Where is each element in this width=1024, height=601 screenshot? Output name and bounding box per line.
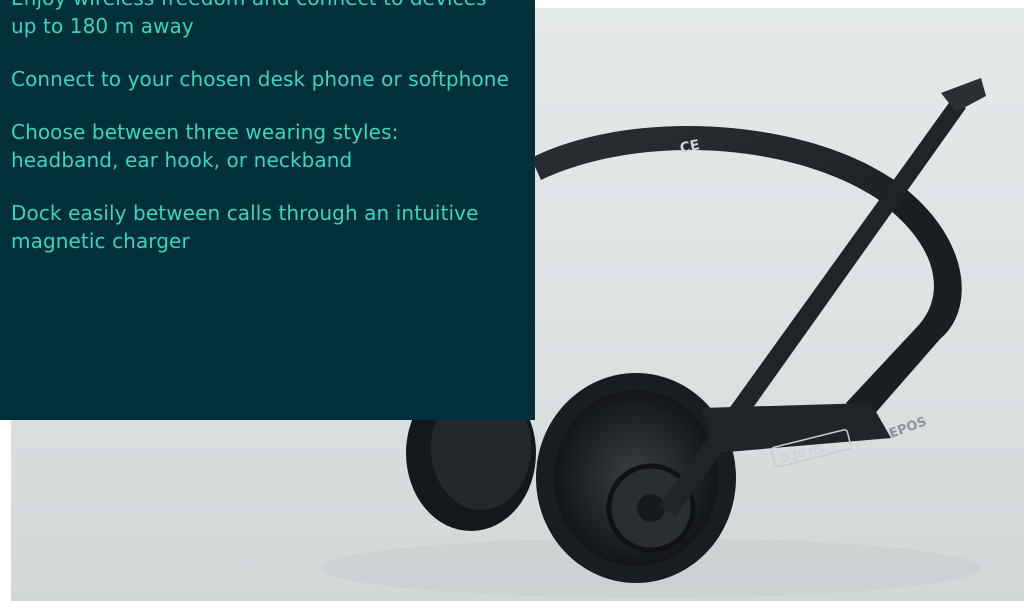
feature-wireless-range: Enjoy wireless freedom and connect to de… — [11, 0, 487, 38]
feature-wearing-styles: Choose between three wearing styles: hea… — [11, 120, 399, 172]
headband — [531, 125, 962, 338]
product-feature-section: CE D 30 HS EPOS Enjoy wireless freedom a… — [0, 0, 1024, 601]
feature-list: Enjoy wireless freedom and connect to de… — [11, 0, 511, 280]
pivot-center — [637, 494, 665, 522]
headband-print: CE — [679, 137, 702, 157]
headband-slider — [846, 178, 962, 418]
feature-panel: Enjoy wireless freedom and connect to de… — [0, 0, 535, 420]
feature-magnetic-charger: Dock easily between calls through an int… — [11, 201, 479, 253]
feature-phone-connectivity: Connect to your chosen desk phone or sof… — [11, 67, 509, 91]
brand-mark: EPOS — [887, 414, 929, 441]
